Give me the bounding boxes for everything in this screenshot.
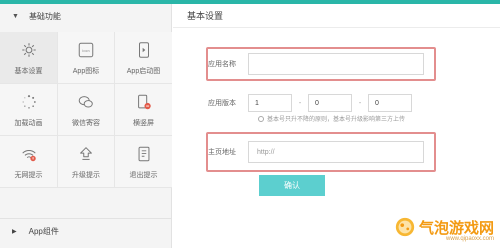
- watermark-row: 气泡游戏网: [394, 216, 494, 238]
- sidebar-item-loading-animation[interactable]: 加载动画: [0, 84, 58, 136]
- homepage-label: 主页地址: [208, 149, 236, 156]
- app-name-input[interactable]: [248, 53, 424, 75]
- sidebar-item-label: 加载动画: [14, 120, 43, 127]
- watermark-text: 气泡游戏网: [419, 218, 495, 237]
- sidebar: ▼ 基础功能 基本设置 icon App图标 App启动图 加载动画 微信寄容 …: [0, 4, 172, 248]
- watermark-url: www.qipaoxx.com: [445, 236, 495, 242]
- caret-down-icon: ▼: [12, 12, 19, 20]
- page-title: 基本设置: [173, 4, 500, 28]
- form-row-version: 应用版本 1 - 0 - 0: [188, 94, 412, 112]
- homepage-input[interactable]: http://: [248, 141, 424, 163]
- version-hint: 基本号只升不降的原则，基本号升级影响第三方上传: [258, 114, 405, 123]
- sidebar-item-label: 基本设置: [14, 68, 43, 75]
- rotate-screen-icon: [133, 91, 155, 113]
- confirm-button[interactable]: 确认: [259, 175, 325, 196]
- sidebar-item-label: 退出提示: [129, 172, 158, 179]
- sidebar-item-wechat[interactable]: 微信寄容: [58, 84, 115, 136]
- sidebar-item-app-icon[interactable]: icon App图标: [58, 32, 115, 84]
- version-major-input[interactable]: 1: [248, 94, 292, 112]
- sidebar-item-label: 横竖屏: [133, 120, 154, 127]
- svg-text:icon: icon: [82, 49, 89, 53]
- upgrade-arrow-icon: [75, 143, 97, 165]
- sidebar-item-label: App启动图: [126, 68, 161, 75]
- exit-icon: [133, 143, 155, 165]
- sidebar-section-title: 基础功能: [28, 11, 61, 21]
- info-circle-icon: [258, 115, 264, 122]
- sidebar-item-launch-image[interactable]: App启动图: [115, 32, 172, 84]
- caret-right-icon: ▶: [12, 229, 17, 235]
- version-separator: -: [298, 99, 302, 107]
- main-panel: 基本设置 应用名称 应用版本 1 - 0 - 0 基本号只升不降的原则，基本号升…: [173, 4, 500, 248]
- sidebar-item-label: App图标: [72, 68, 100, 75]
- sidebar-item-exit[interactable]: 退出提示: [115, 136, 172, 188]
- sidebar-item-label: 无网提示: [14, 172, 43, 179]
- app-icon-icon: icon: [75, 39, 97, 61]
- form-row-homepage: 主页地址 http://: [188, 141, 424, 163]
- sidebar-item-label: 升级提示: [72, 172, 100, 179]
- sidebar-item-label: 微信寄容: [72, 120, 100, 127]
- launch-image-icon: [133, 39, 155, 61]
- version-inputs: 1 - 0 - 0: [248, 94, 412, 112]
- sidebar-section-basic[interactable]: ▼ 基础功能: [0, 4, 171, 28]
- sidebar-section-components[interactable]: ▶ App组件: [0, 218, 172, 244]
- wechat-icon: [75, 91, 97, 113]
- gear-icon: [18, 39, 40, 61]
- watermark-logo-icon: [395, 217, 415, 237]
- version-minor-input[interactable]: 0: [308, 94, 352, 112]
- version-hint-text: 基本号只升不降的原则，基本号升级影响第三方上传: [267, 117, 406, 123]
- sidebar-item-basic-settings[interactable]: 基本设置: [0, 32, 58, 84]
- sidebar-item-orientation[interactable]: 横竖屏: [115, 84, 172, 136]
- sidebar-item-no-network[interactable]: 无网提示: [0, 136, 58, 188]
- version-patch-input[interactable]: 0: [368, 94, 412, 112]
- no-network-icon: [18, 143, 40, 165]
- version-label: 应用版本: [208, 100, 236, 107]
- loading-spinner-icon: [18, 91, 40, 113]
- version-separator: -: [358, 99, 362, 107]
- feature-grid: 基本设置 icon App图标 App启动图 加载动画 微信寄容 横竖屏 无网提…: [0, 32, 172, 188]
- watermark: 气泡游戏网 www.qipaoxx.com: [394, 216, 494, 242]
- form-row-app-name: 应用名称: [188, 53, 424, 75]
- sidebar-item-upgrade[interactable]: 升级提示: [58, 136, 115, 188]
- app-name-label: 应用名称: [208, 61, 236, 68]
- sidebar-sub-section-title: App组件: [28, 227, 59, 236]
